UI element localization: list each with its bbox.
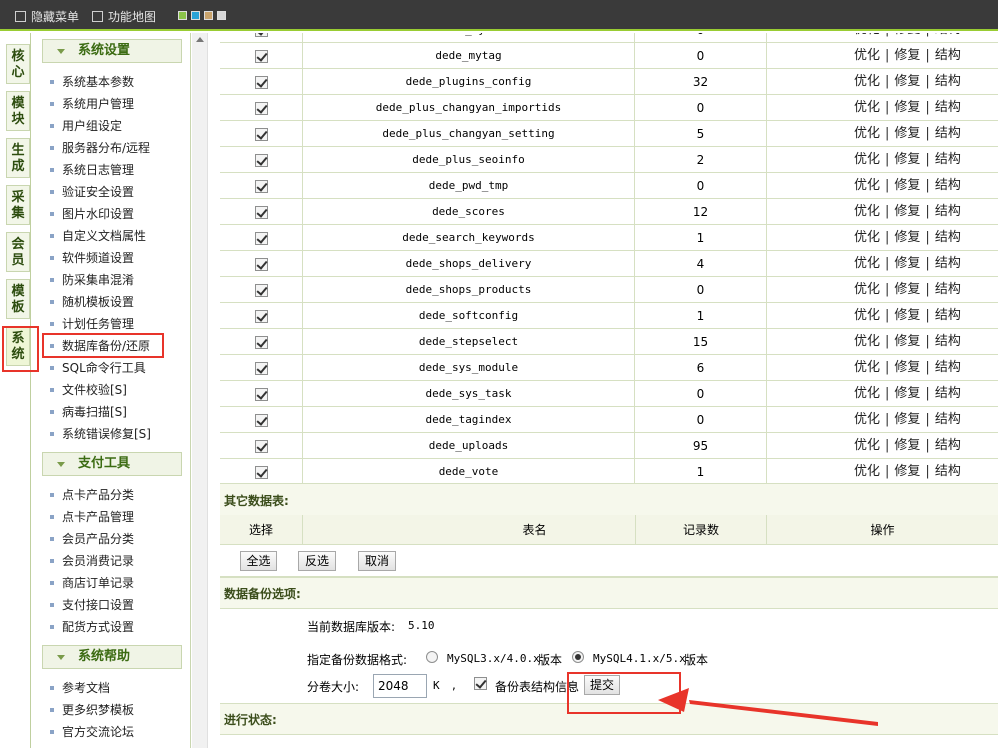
annotation-arrow bbox=[658, 688, 878, 726]
arrow-shaft bbox=[689, 700, 878, 726]
arrow-head bbox=[658, 688, 689, 712]
